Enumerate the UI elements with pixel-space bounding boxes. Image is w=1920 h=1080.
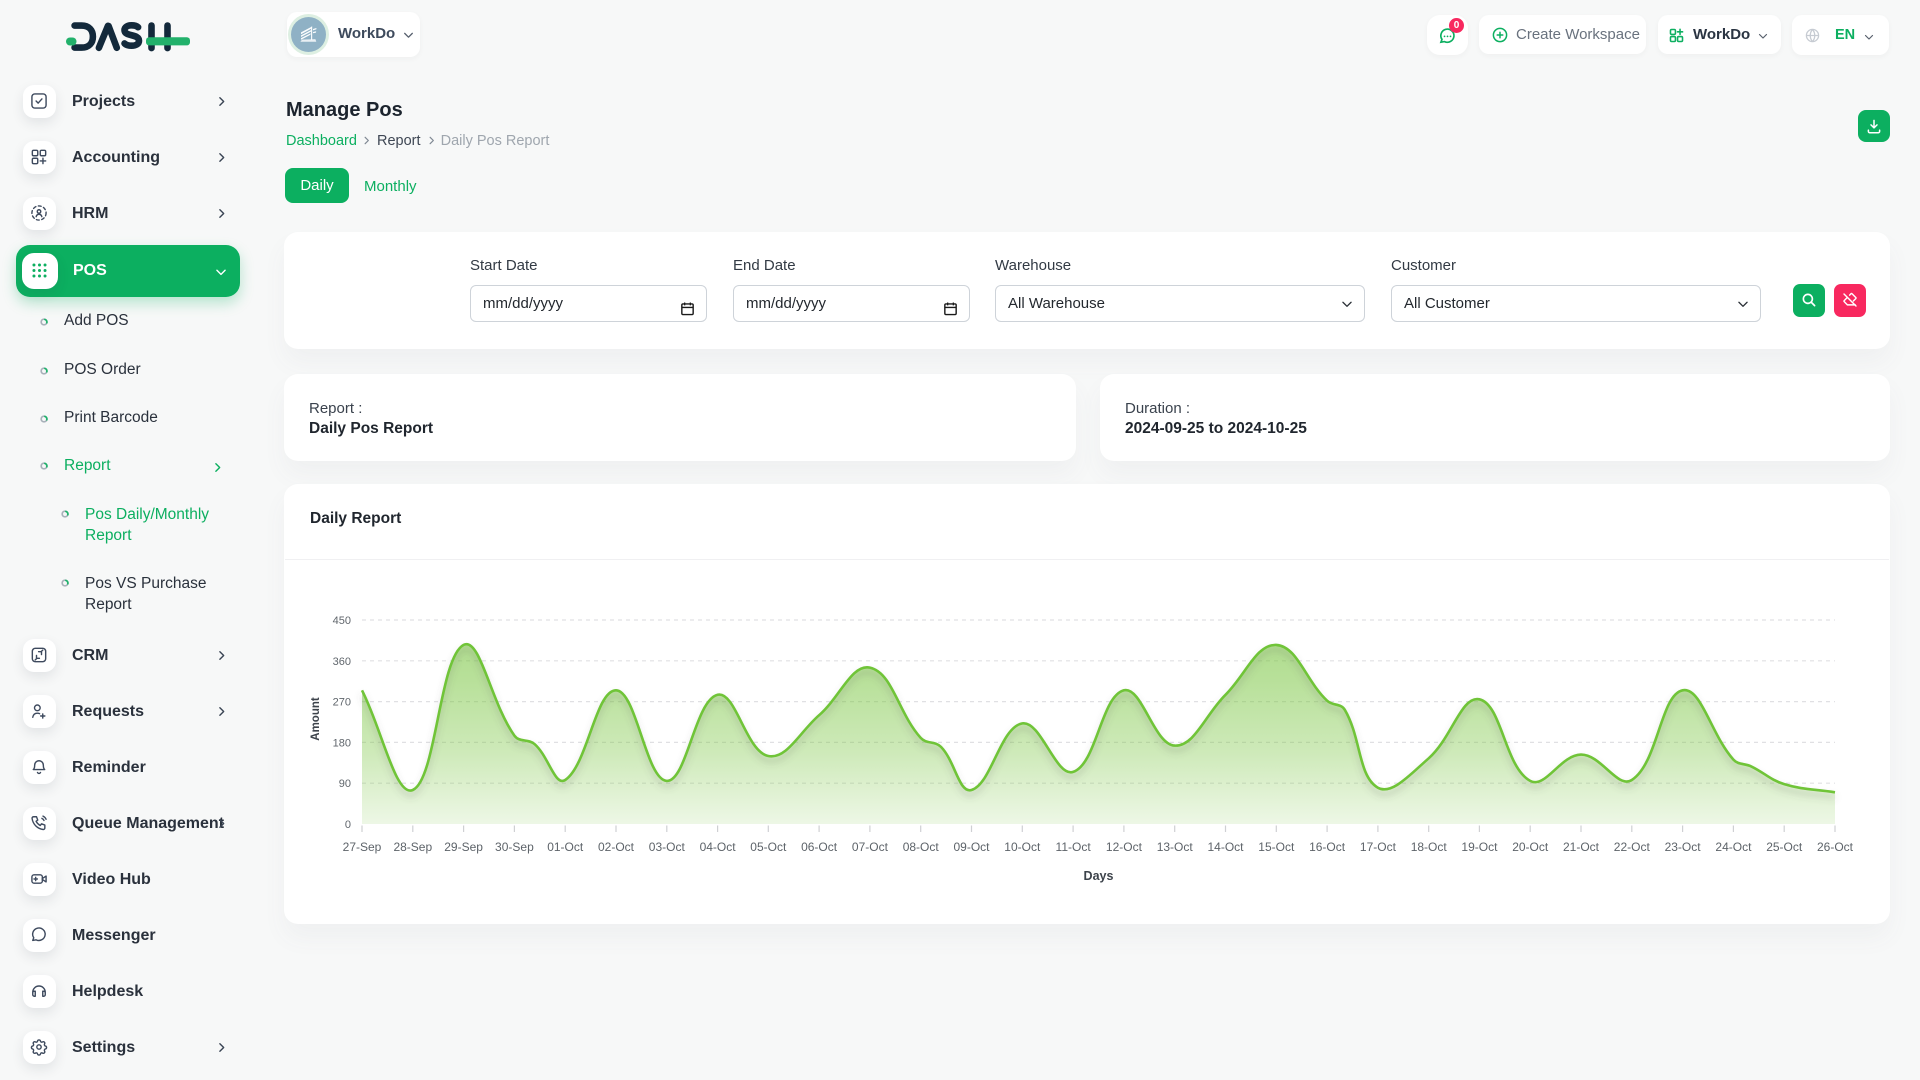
svg-text:180: 180 (333, 737, 351, 749)
svg-text:20-Oct: 20-Oct (1512, 840, 1549, 854)
svg-text:24-Oct: 24-Oct (1715, 840, 1752, 854)
svg-text:450: 450 (333, 615, 351, 627)
svg-text:28-Sep: 28-Sep (393, 840, 432, 854)
svg-text:17-Oct: 17-Oct (1360, 840, 1397, 854)
svg-text:90: 90 (339, 778, 351, 790)
svg-text:13-Oct: 13-Oct (1157, 840, 1194, 854)
svg-text:21-Oct: 21-Oct (1563, 840, 1600, 854)
svg-text:360: 360 (333, 656, 351, 668)
svg-text:0: 0 (345, 819, 351, 831)
svg-text:18-Oct: 18-Oct (1411, 840, 1448, 854)
svg-text:23-Oct: 23-Oct (1665, 840, 1702, 854)
svg-text:11-Oct: 11-Oct (1056, 840, 1092, 854)
svg-text:08-Oct: 08-Oct (903, 840, 940, 854)
svg-text:22-Oct: 22-Oct (1614, 840, 1651, 854)
svg-text:01-Oct: 01-Oct (547, 840, 584, 854)
svg-text:16-Oct: 16-Oct (1309, 840, 1346, 854)
svg-text:26-Oct: 26-Oct (1817, 840, 1854, 854)
svg-text:270: 270 (333, 697, 351, 709)
svg-text:27-Sep: 27-Sep (343, 840, 382, 854)
svg-text:Amount: Amount (310, 697, 322, 741)
svg-text:04-Oct: 04-Oct (700, 840, 737, 854)
svg-text:25-Oct: 25-Oct (1766, 840, 1803, 854)
svg-text:14-Oct: 14-Oct (1207, 840, 1244, 854)
svg-text:02-Oct: 02-Oct (598, 840, 635, 854)
svg-text:15-Oct: 15-Oct (1258, 840, 1295, 854)
svg-text:29-Sep: 29-Sep (444, 840, 483, 854)
svg-text:09-Oct: 09-Oct (953, 840, 990, 854)
svg-text:05-Oct: 05-Oct (750, 840, 787, 854)
svg-text:Days: Days (1084, 869, 1114, 883)
svg-text:07-Oct: 07-Oct (852, 840, 889, 854)
svg-text:12-Oct: 12-Oct (1106, 840, 1143, 854)
svg-text:10-Oct: 10-Oct (1004, 840, 1041, 854)
svg-text:03-Oct: 03-Oct (649, 840, 686, 854)
svg-text:19-Oct: 19-Oct (1461, 840, 1498, 854)
svg-text:06-Oct: 06-Oct (801, 840, 838, 854)
svg-text:30-Sep: 30-Sep (495, 840, 534, 854)
